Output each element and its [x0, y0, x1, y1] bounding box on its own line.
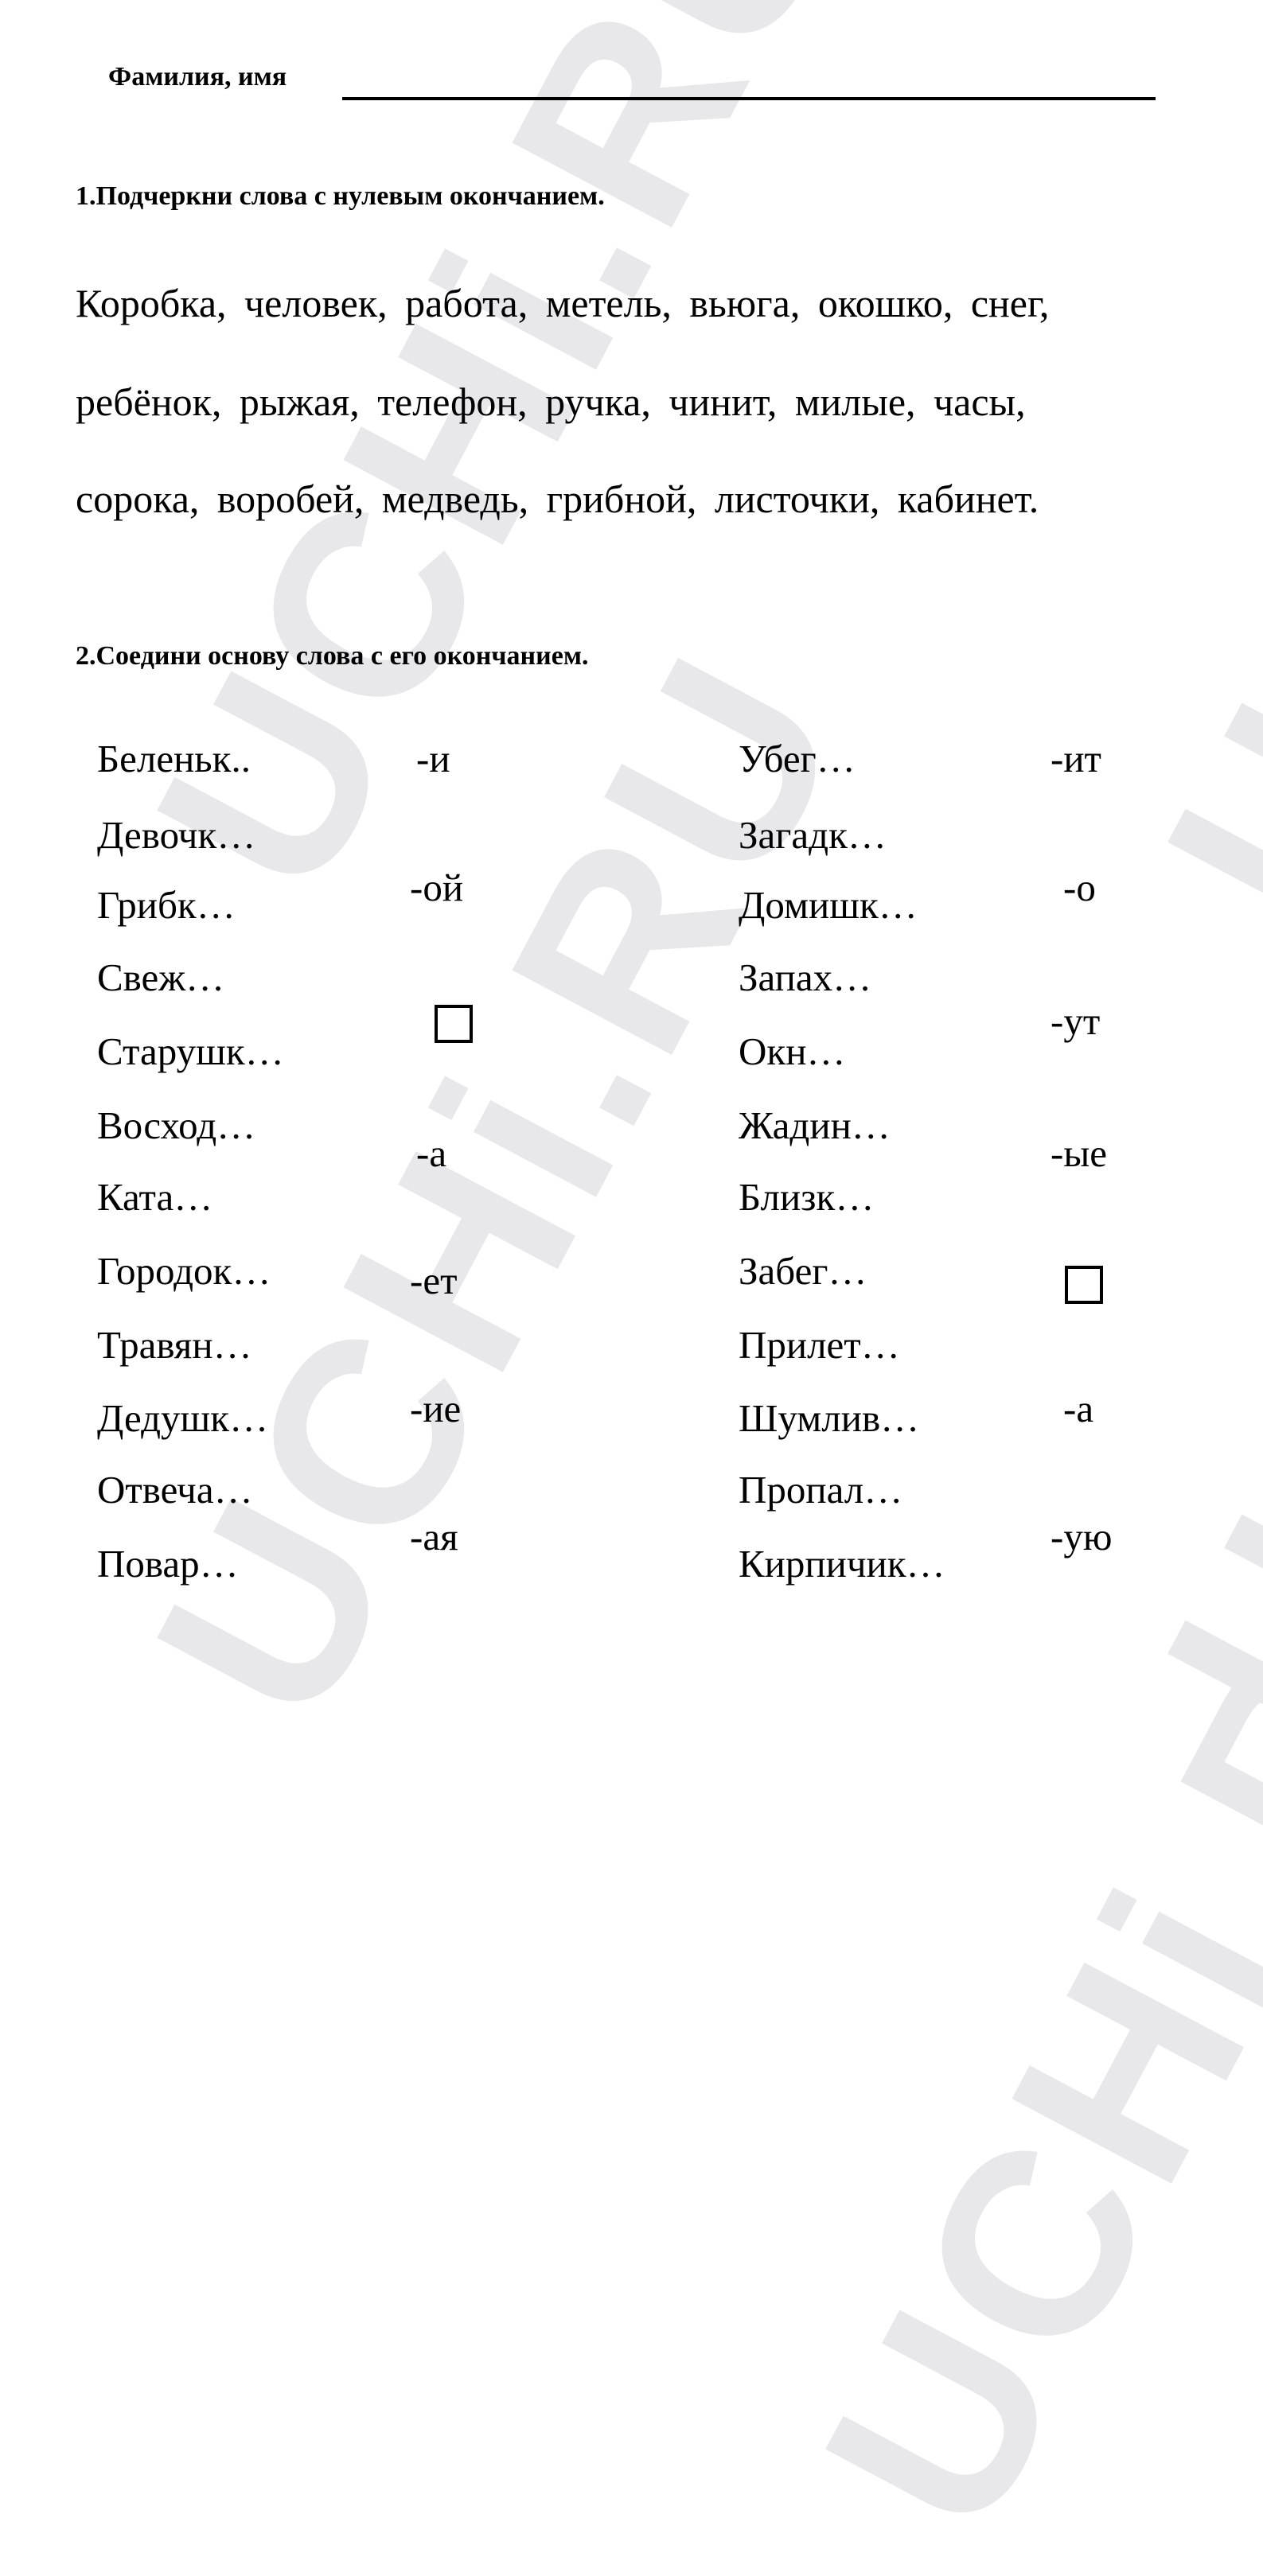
right-stem-item[interactable]: Загадк…: [739, 812, 887, 858]
left-stem-item[interactable]: Старушк…: [97, 1029, 284, 1074]
right-stem-item[interactable]: Забег…: [739, 1248, 867, 1294]
left-stem-item[interactable]: Травян…: [97, 1322, 252, 1368]
task1-title: 1.Подчеркни слова с нулевым окончанием.: [76, 181, 605, 211]
watermark-right-top: UCHi.RU: [1109, 0, 1263, 967]
right-stem-item[interactable]: Прилет…: [739, 1322, 900, 1368]
left-stem-item[interactable]: Ката…: [97, 1174, 212, 1220]
task1-line: ребёнок, рыжая, телефон, ручка, чинит, м…: [76, 379, 1026, 424]
right-stem-item[interactable]: Убег…: [739, 736, 856, 781]
right-ending-item[interactable]: -ит: [1051, 736, 1101, 781]
right-stem-item[interactable]: Шумлив…: [739, 1395, 919, 1441]
right-ending-item[interactable]: -ую: [1051, 1514, 1112, 1559]
right-ending-item[interactable]: -о: [1063, 865, 1096, 910]
left-ending-item[interactable]: -ая: [410, 1514, 458, 1559]
name-label: Фамилия, имя: [108, 62, 287, 91]
left-stem-item[interactable]: Беленьк..: [97, 736, 251, 781]
left-stem-item[interactable]: Городок…: [97, 1248, 271, 1294]
left-ending-item[interactable]: -ие: [410, 1386, 461, 1431]
left-stem-item[interactable]: Девочк…: [97, 812, 255, 858]
right-stem-item[interactable]: Запах…: [739, 955, 871, 1000]
left-stem-item[interactable]: Грибк…: [97, 882, 236, 928]
left-ending-item[interactable]: -ет: [410, 1258, 457, 1303]
right-stem-item[interactable]: Домишк…: [739, 882, 918, 928]
left-stem-item[interactable]: Дедушк…: [97, 1395, 268, 1441]
right-stem-item[interactable]: Жадин…: [739, 1103, 891, 1148]
left-stem-item[interactable]: Отвеча…: [97, 1467, 253, 1512]
left-ending-item[interactable]: -и: [416, 736, 450, 781]
right-ending-item[interactable]: -а: [1063, 1386, 1093, 1431]
zero-ending-box[interactable]: [435, 1005, 473, 1043]
left-stem-item[interactable]: Восход…: [97, 1103, 255, 1148]
right-ending-item[interactable]: -ые: [1051, 1130, 1107, 1176]
right-stem-item[interactable]: Пропал…: [739, 1467, 902, 1512]
left-stem-item[interactable]: Свеж…: [97, 955, 224, 1000]
task2-title: 2.Соедини основу слова с его окончанием.: [76, 641, 589, 671]
right-ending-item[interactable]: -ут: [1051, 998, 1100, 1044]
left-ending-item[interactable]: -ой: [410, 865, 463, 910]
right-stem-item[interactable]: Близк…: [739, 1174, 874, 1220]
right-stem-item[interactable]: Кирпичик…: [739, 1541, 945, 1586]
task1-line: Коробка, человек, работа, метель, вьюга,…: [76, 281, 1050, 325]
name-input-line[interactable]: [342, 97, 1156, 100]
left-ending-item[interactable]: -а: [416, 1130, 446, 1176]
right-stem-item[interactable]: Окн…: [739, 1029, 845, 1074]
zero-ending-box[interactable]: [1065, 1266, 1103, 1304]
left-stem-item[interactable]: Повар…: [97, 1541, 239, 1586]
task1-line: сорока, воробей, медведь, грибной, листо…: [76, 477, 1039, 521]
